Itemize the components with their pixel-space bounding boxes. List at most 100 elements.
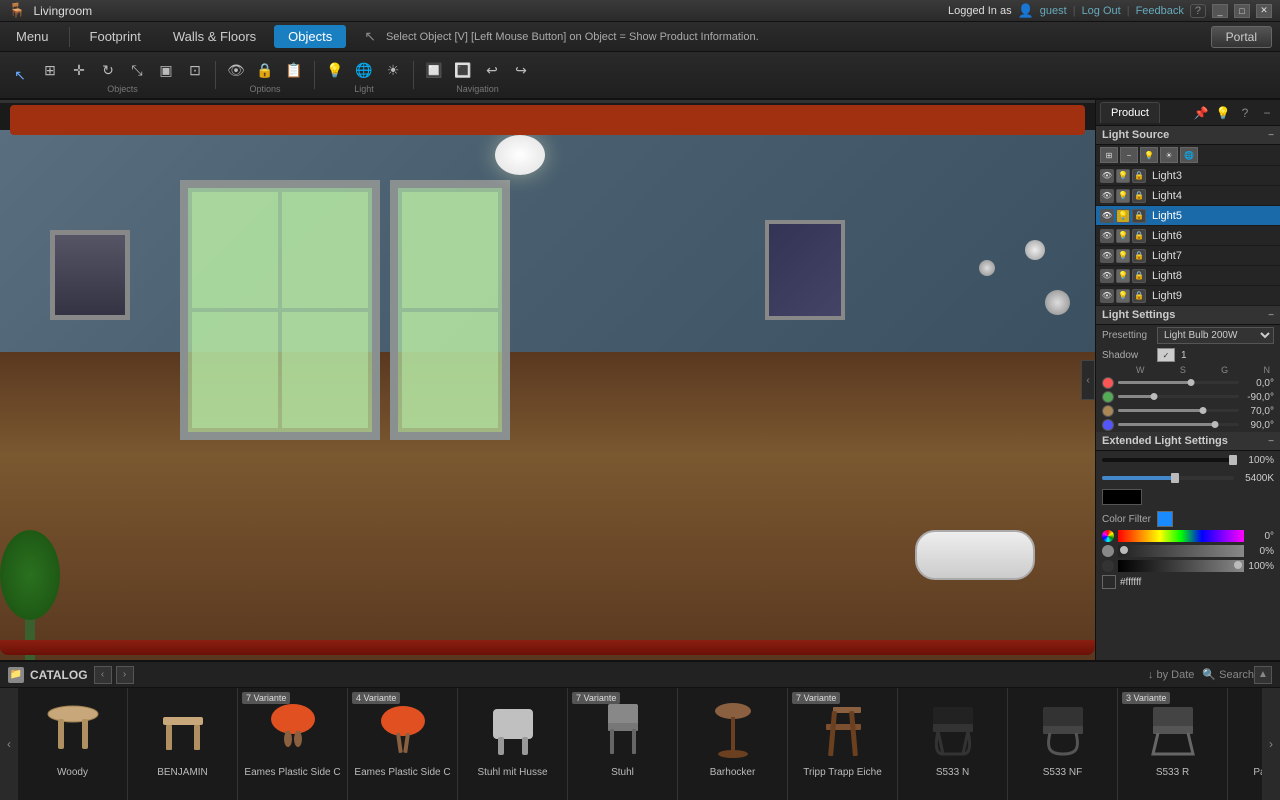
- cf-hex-checkbox[interactable]: [1102, 575, 1116, 589]
- username[interactable]: guest: [1040, 5, 1067, 17]
- catalog-item-panton-chair[interactable]: Panton Chair: [1228, 688, 1262, 800]
- panel-collapse-icon[interactable]: −: [1258, 104, 1276, 122]
- viewport[interactable]: ‹: [0, 100, 1095, 660]
- logout-link[interactable]: Log Out: [1082, 5, 1121, 17]
- light-settings-collapse-btn[interactable]: −: [1268, 310, 1274, 321]
- win-min[interactable]: _: [1212, 4, 1228, 18]
- item-thumbnail: [363, 694, 443, 764]
- shadow-value: 1: [1181, 350, 1187, 361]
- obj-box-btn[interactable]: ▣: [152, 56, 180, 84]
- light-settings-title: Light Settings: [1102, 309, 1175, 321]
- panel-light-icon[interactable]: 💡: [1214, 104, 1232, 122]
- nav-btn3[interactable]: ↩: [478, 56, 506, 84]
- panel-tab-product[interactable]: Product: [1100, 102, 1160, 123]
- catalog-item-woody[interactable]: Woody: [18, 688, 128, 800]
- angle-rows: 0,0° -90,0° 70,0°: [1096, 376, 1280, 432]
- nav-btn4[interactable]: ↪: [507, 56, 535, 84]
- catalog-item-benjamin[interactable]: BENJAMIN: [128, 688, 238, 800]
- ls-btn5[interactable]: 🌐: [1180, 147, 1198, 163]
- window-right: [390, 180, 510, 440]
- presetting-select[interactable]: Light Bulb 200W: [1157, 327, 1274, 344]
- toolbar-nav-group: 🔲 🔳 ↩ ↪ Navigation: [420, 56, 535, 94]
- shadow-checkbox[interactable]: ✓: [1157, 348, 1175, 362]
- catalog-item-barhocker[interactable]: Barhocker: [678, 688, 788, 800]
- win-max[interactable]: □: [1234, 4, 1250, 18]
- cf-black-bar[interactable]: [1118, 560, 1244, 572]
- cf-swatch[interactable]: [1157, 511, 1173, 527]
- panel-pin-icon[interactable]: 📌: [1192, 104, 1210, 122]
- catalog-collapse-btn[interactable]: ▲: [1254, 666, 1272, 684]
- item-label: Barhocker: [682, 767, 783, 778]
- cf-rainbow-bar[interactable]: [1118, 530, 1244, 542]
- portal-button[interactable]: Portal: [1211, 26, 1272, 48]
- opt-btn3[interactable]: 📋: [280, 56, 308, 84]
- menu-item-footprint[interactable]: Footprint: [74, 22, 157, 51]
- ext-settings-header: Extended Light Settings −: [1096, 432, 1280, 451]
- catalog-back-btn[interactable]: ‹: [94, 666, 112, 684]
- light-item-light4[interactable]: 👁 💡 🔒 Light4: [1096, 186, 1280, 206]
- catalog-item-eames-plastic-side-c[interactable]: 4 Variante Eames Plastic Side C: [348, 688, 458, 800]
- catalog-item-s533-r[interactable]: 3 Variante S533 R: [1118, 688, 1228, 800]
- item-label: Panton Chair: [1232, 767, 1262, 778]
- catalog-folder-icon: 📁: [8, 667, 24, 683]
- catalog-item-eames-plastic-side-c[interactable]: 7 Variante Eames Plastic Side C: [238, 688, 348, 800]
- light-item-light5[interactable]: 👁 💡 🔒 Light5: [1096, 206, 1280, 226]
- light-btn2[interactable]: 🌐: [350, 56, 378, 84]
- catalog-item-stuhl-mit-husse[interactable]: Stuhl mit Husse: [458, 688, 568, 800]
- opt-btn2[interactable]: 🔒: [251, 56, 279, 84]
- light-item-light9[interactable]: 👁 💡 🔒 Light9: [1096, 286, 1280, 306]
- light-item-light7[interactable]: 👁 💡 🔒 Light7: [1096, 246, 1280, 266]
- light-item-light6[interactable]: 👁 💡 🔒 Light6: [1096, 226, 1280, 246]
- item-label: BENJAMIN: [132, 767, 233, 778]
- opt-btn1[interactable]: 👁: [222, 56, 250, 84]
- ls-btn3[interactable]: 💡: [1140, 147, 1158, 163]
- catalog-item-s533-n[interactable]: S533 N: [898, 688, 1008, 800]
- light-btn3[interactable]: ☀: [379, 56, 407, 84]
- obj-move-btn[interactable]: ✛: [65, 56, 93, 84]
- win-close[interactable]: ✕: [1256, 4, 1272, 18]
- catalog-scroll-right[interactable]: ›: [1262, 688, 1280, 800]
- select-cursor-btn[interactable]: ↖: [6, 61, 34, 89]
- light-source-collapse-btn[interactable]: −: [1268, 130, 1274, 141]
- toolbar: ↖ ⊞ ✛ ↻ ⤡ ▣ ⊡ Objects 👁 🔒 📋 Options 💡 🌐 …: [0, 52, 1280, 100]
- catalog-items: ‹ Woody BENJAMIN 7 Variante Eames Plasti…: [0, 688, 1280, 800]
- catalog-item-tripp-trapp-eiche[interactable]: 7 Variante Tripp Trapp Eiche: [788, 688, 898, 800]
- sort-label[interactable]: ↓ by Date: [1148, 669, 1194, 681]
- cf-circle-icon: [1102, 530, 1114, 542]
- feedback-link[interactable]: Feedback: [1136, 5, 1184, 17]
- item-thumbnail: [693, 694, 773, 764]
- light-item-light8[interactable]: 👁 💡 🔒 Light8: [1096, 266, 1280, 286]
- search-label[interactable]: 🔍 Search: [1202, 668, 1254, 681]
- menu-item-menu[interactable]: Menu: [0, 22, 65, 51]
- obj-scale-btn[interactable]: ⤡: [123, 56, 151, 84]
- obj-rotate-btn[interactable]: ↻: [94, 56, 122, 84]
- obj-all-btn[interactable]: ⊡: [181, 56, 209, 84]
- nav-btn1[interactable]: 🔲: [420, 56, 448, 84]
- panel-collapse-arrow[interactable]: ‹: [1081, 360, 1095, 400]
- catalog-fwd-btn[interactable]: ›: [116, 666, 134, 684]
- menu-item-objects[interactable]: Objects: [274, 25, 346, 48]
- light-btn1[interactable]: 💡: [321, 56, 349, 84]
- catalog-item-s533-nf[interactable]: S533 NF: [1008, 688, 1118, 800]
- item-label: Tripp Trapp Eiche: [792, 767, 893, 778]
- ls-btn4[interactable]: ☀: [1160, 147, 1178, 163]
- help-link[interactable]: ?: [1190, 4, 1206, 18]
- ls-btn1[interactable]: ⊞: [1100, 147, 1118, 163]
- light-label: Light: [354, 84, 374, 94]
- obj-select-btn[interactable]: ⊞: [36, 56, 64, 84]
- ls-btn2[interactable]: −: [1120, 147, 1138, 163]
- catalog-scroll-left[interactable]: ‹: [0, 688, 18, 800]
- cf-label: Color Filter: [1102, 514, 1157, 525]
- light-settings-header: Light Settings −: [1096, 306, 1280, 325]
- item-thumbnail: [1243, 694, 1263, 764]
- panel-help-icon[interactable]: ?: [1236, 104, 1254, 122]
- cf-gray-bar[interactable]: [1118, 545, 1244, 557]
- item-label: Stuhl mit Husse: [462, 767, 563, 778]
- menu-item-walls-floors[interactable]: Walls & Floors: [157, 22, 272, 51]
- ext-settings-collapse-btn[interactable]: −: [1268, 436, 1274, 447]
- light-item-light3[interactable]: 👁 💡 🔒 Light3: [1096, 166, 1280, 186]
- cf-rainbow-row: 0°: [1102, 530, 1274, 542]
- item-thumbnail: [473, 694, 553, 764]
- nav-btn2[interactable]: 🔳: [449, 56, 477, 84]
- catalog-item-stuhl[interactable]: 7 Variante Stuhl: [568, 688, 678, 800]
